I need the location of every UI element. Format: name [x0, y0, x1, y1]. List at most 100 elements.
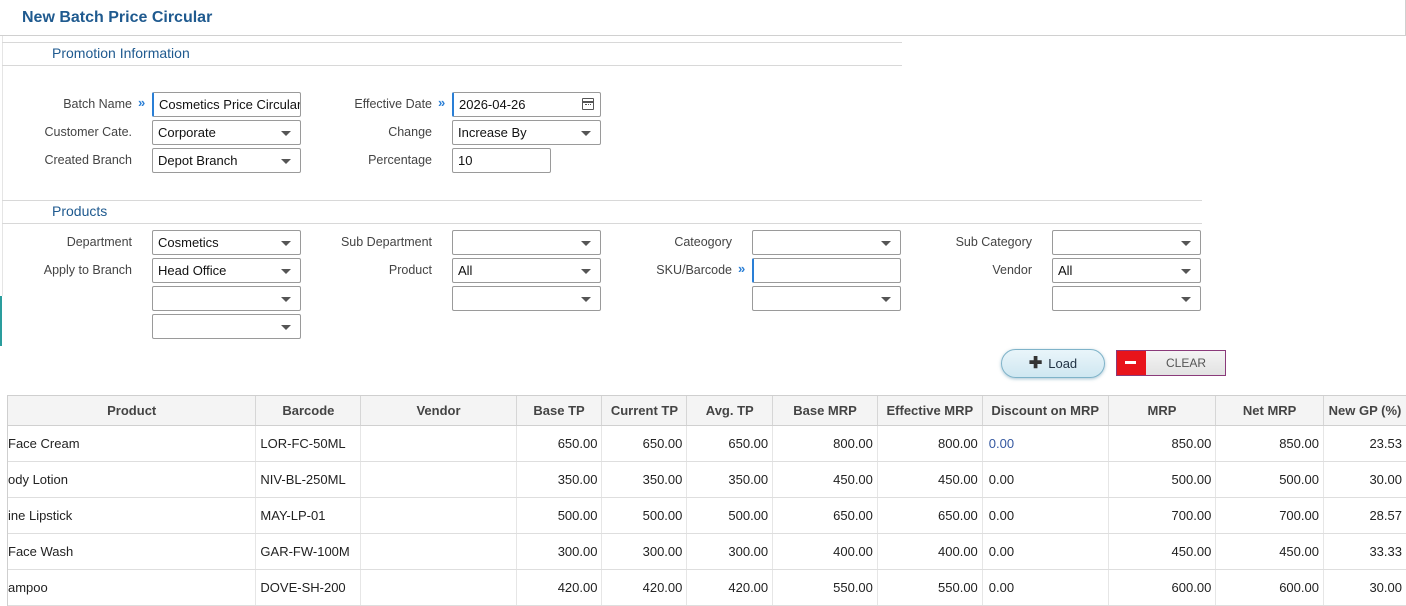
table-cell: 0.00 — [982, 569, 1109, 606]
table-header-row: Product Barcode Vendor Base TP Current TP Avg… — [8, 396, 1406, 426]
divider — [2, 223, 1202, 224]
table-cell: 23.53 — [1323, 425, 1406, 462]
column-header[interactable]: Base TP — [516, 396, 603, 426]
column-header[interactable]: Product — [8, 396, 257, 426]
divider — [2, 65, 902, 66]
table-row[interactable]: ody Lotion NIV-BL-250ML 350.00 350.00 350.00… — [8, 461, 1406, 498]
sub-department-label: Sub Department — [340, 235, 432, 249]
product-select[interactable]: All — [452, 258, 601, 283]
sub-department-select[interactable] — [452, 230, 601, 255]
apply-to-branch-label: Apply to Branch — [43, 263, 132, 277]
table-cell: 850.00 — [1108, 425, 1217, 462]
table-cell: 0.00 — [982, 497, 1109, 534]
vendor-label: Vendor — [992, 263, 1032, 277]
created-branch-value: Depot Branch — [158, 153, 238, 168]
table-cell: 700.00 — [1215, 497, 1324, 534]
apply-to-branch-select[interactable]: Head Office — [152, 258, 301, 283]
table-row[interactable]: ampoo DOVE-SH-200 420.00 420.00 420.00 550.00… — [8, 569, 1406, 606]
table-cell: 500.00 — [1215, 461, 1324, 498]
change-select[interactable]: Increase By — [452, 120, 601, 145]
table-cell: 800.00 — [772, 425, 878, 462]
table-cell: 30.00 — [1323, 461, 1406, 498]
table-cell: 550.00 — [772, 569, 878, 606]
apply-to-branch-value: Head Office — [158, 263, 227, 278]
column-header[interactable]: Barcode — [255, 396, 362, 426]
column-header[interactable]: Base MRP — [772, 396, 878, 426]
table-row[interactable]: Face Cream LOR-FC-50ML 650.00 650.00 650.00 8… — [8, 425, 1406, 462]
plus-icon: ✚ — [1028, 354, 1043, 372]
customer-cate-select[interactable]: Corporate — [152, 120, 301, 145]
department-select[interactable]: Cosmetics — [152, 230, 301, 255]
extra-select[interactable] — [152, 286, 301, 311]
table-cell: 0.00 — [982, 533, 1109, 570]
created-branch-label: Created Branch — [44, 153, 132, 167]
column-header[interactable]: Avg. TP — [686, 396, 774, 426]
table-cell: 400.00 — [877, 533, 983, 570]
calendar-icon[interactable] — [582, 98, 594, 110]
sub-category-select[interactable] — [1052, 230, 1201, 255]
batch-name-input[interactable]: Cosmetics Price Circular — [152, 92, 301, 117]
created-branch-select[interactable]: Depot Branch — [152, 148, 301, 173]
table-cell: 300.00 — [516, 533, 603, 570]
table-cell: 450.00 — [1215, 533, 1324, 570]
divider — [2, 36, 3, 296]
table-cell: LOR-FC-50ML — [255, 425, 362, 462]
extra-select[interactable] — [752, 286, 901, 311]
table-cell: 450.00 — [1108, 533, 1217, 570]
page-title: New Batch Price Circular — [22, 9, 213, 26]
table-cell: 850.00 — [1215, 425, 1324, 462]
column-header[interactable]: New GP (%) — [1323, 396, 1406, 426]
section-title-products: Products — [52, 203, 108, 219]
extra-select[interactable] — [1052, 286, 1201, 311]
table-cell: DOVE-SH-200 — [255, 569, 362, 606]
table-cell: 500.00 — [601, 497, 688, 534]
category-label: Cateogory — [674, 235, 732, 249]
customer-cate-value: Corporate — [158, 125, 216, 140]
table-cell: 500.00 — [1108, 461, 1217, 498]
extra-select[interactable] — [452, 286, 601, 311]
vendor-select[interactable]: All — [1052, 258, 1201, 283]
effective-date-label: Effective Date — [354, 97, 432, 111]
table-cell: 400.00 — [772, 533, 878, 570]
table-cell: GAR-FW-100M — [255, 533, 362, 570]
table-cell: 450.00 — [877, 461, 983, 498]
change-value: Increase By — [458, 125, 527, 140]
table-cell: 450.00 — [772, 461, 878, 498]
table-cell: 500.00 — [516, 497, 603, 534]
load-button-label: Load — [1048, 356, 1078, 371]
table-cell: 300.00 — [601, 533, 688, 570]
table-cell: 650.00 — [686, 425, 774, 462]
minus-icon — [1117, 351, 1146, 375]
load-button[interactable]: ✚ Load — [1001, 349, 1105, 378]
table-cell: NIV-BL-250ML — [255, 461, 362, 498]
column-header[interactable]: Discount on MRP — [982, 396, 1109, 426]
extra-select[interactable] — [152, 314, 301, 339]
table-cell: MAY-LP-01 — [255, 497, 362, 534]
column-header[interactable]: Vendor — [360, 396, 517, 426]
divider — [2, 42, 902, 43]
column-header[interactable]: Net MRP — [1215, 396, 1324, 426]
section-title-promotion: Promotion Information — [52, 45, 190, 61]
effective-date-input[interactable]: 2026-04-26 — [452, 92, 601, 117]
sub-category-label: Sub Category — [955, 235, 1032, 249]
table-row[interactable]: ine Lipstick MAY-LP-01 500.00 500.00 500.00 6… — [8, 497, 1406, 534]
table-cell: 350.00 — [601, 461, 688, 498]
product-table: Product Barcode Vendor Base TP Current TP Avg… — [8, 396, 1406, 606]
column-header[interactable]: Current TP — [601, 396, 688, 426]
clear-button-label: CLEAR — [1165, 356, 1206, 370]
table-cell: Face Cream — [8, 425, 257, 462]
category-select[interactable] — [752, 230, 901, 255]
column-header[interactable]: MRP — [1108, 396, 1217, 426]
table-cell: 650.00 — [877, 497, 983, 534]
table-cell: 350.00 — [686, 461, 774, 498]
column-header[interactable]: Effective MRP — [877, 396, 983, 426]
percentage-input[interactable]: 10 — [452, 148, 551, 173]
table-cell: 650.00 — [601, 425, 688, 462]
sku-barcode-input[interactable] — [752, 258, 901, 283]
table-row[interactable]: Face Wash GAR-FW-100M 300.00 300.00 300.00 40… — [8, 533, 1406, 570]
side-accent — [0, 296, 2, 346]
clear-button[interactable]: CLEAR — [1116, 350, 1226, 376]
divider — [2, 200, 1202, 201]
table-cell: 420.00 — [516, 569, 603, 606]
table-cell: 0.00 — [982, 461, 1109, 498]
